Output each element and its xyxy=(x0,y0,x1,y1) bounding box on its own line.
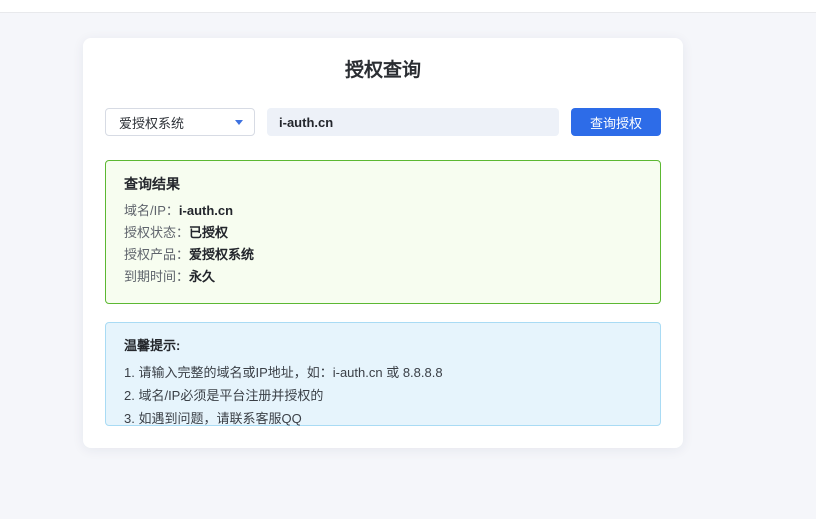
result-label: 到期时间： xyxy=(124,269,189,284)
caret-down-icon xyxy=(235,120,243,125)
result-label: 授权状态： xyxy=(124,225,189,240)
result-row-product: 授权产品：爱授权系统 xyxy=(124,244,642,266)
product-select[interactable]: 爱授权系统 xyxy=(105,108,255,136)
domain-input[interactable] xyxy=(267,108,559,136)
tips-panel: 温馨提示: 1. 请输入完整的域名或IP地址，如：i-auth.cn 或 8.8… xyxy=(105,322,661,426)
tips-item-2: 2. 域名/IP必须是平台注册并授权的 xyxy=(124,384,642,407)
result-row-status: 授权状态：已授权 xyxy=(124,222,642,244)
result-value: 永久 xyxy=(189,269,215,284)
query-auth-button[interactable]: 查询授权 xyxy=(571,108,661,136)
tips-items: 1. 请输入完整的域名或IP地址，如：i-auth.cn 或 8.8.8.8 2… xyxy=(124,361,642,430)
result-row-domain: 域名/IP：i-auth.cn xyxy=(124,200,642,222)
result-panel-title: 查询结果 xyxy=(124,175,642,193)
result-value: 爱授权系统 xyxy=(189,247,254,262)
tips-item-3: 3. 如遇到问题，请联系客服QQ xyxy=(124,407,642,430)
tips-panel-title: 温馨提示: xyxy=(124,337,642,355)
query-form: 爱授权系统 查询授权 xyxy=(105,108,661,136)
query-result-panel: 查询结果 域名/IP：i-auth.cn 授权状态：已授权 授权产品：爱授权系统… xyxy=(105,160,661,304)
result-row-expiry: 到期时间：永久 xyxy=(124,266,642,288)
result-rows: 域名/IP：i-auth.cn 授权状态：已授权 授权产品：爱授权系统 到期时间… xyxy=(124,200,642,288)
result-label: 域名/IP： xyxy=(124,203,179,218)
result-label: 授权产品： xyxy=(124,247,189,262)
top-bar xyxy=(0,0,816,13)
auth-query-card: 授权查询 爱授权系统 查询授权 查询结果 域名/IP：i-auth.cn 授权状… xyxy=(83,38,683,448)
page-title: 授权查询 xyxy=(105,60,661,82)
product-select-value: 爱授权系统 xyxy=(119,113,184,132)
result-value: 已授权 xyxy=(189,225,228,240)
tips-item-1: 1. 请输入完整的域名或IP地址，如：i-auth.cn 或 8.8.8.8 xyxy=(124,361,642,384)
result-value: i-auth.cn xyxy=(179,203,233,218)
